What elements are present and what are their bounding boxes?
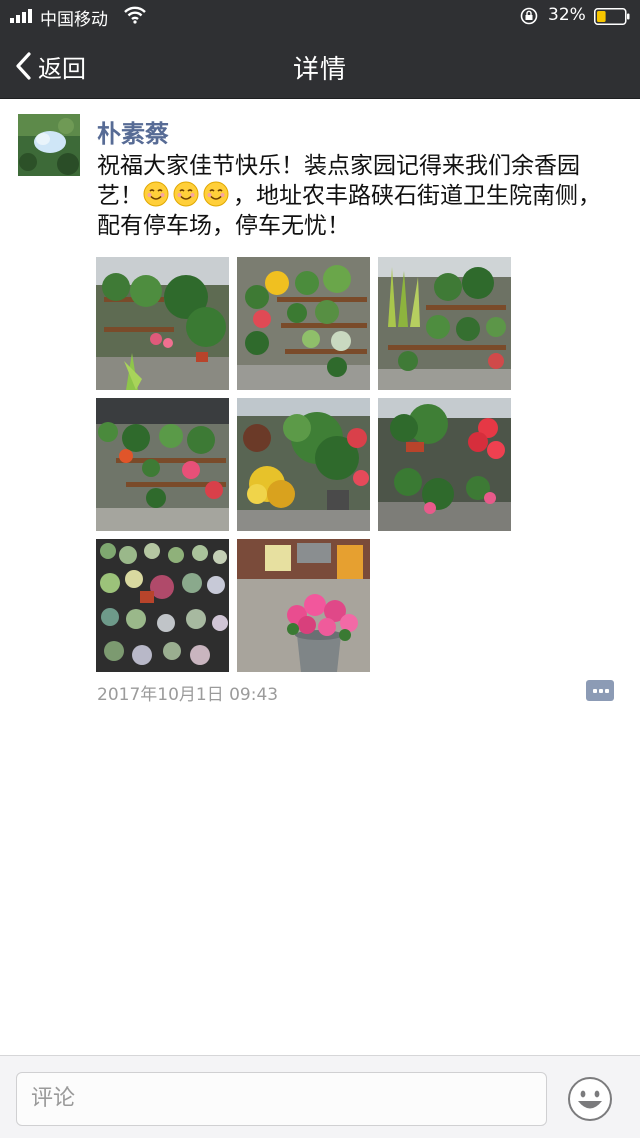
smiling-face-emoji-icon — [173, 181, 199, 207]
photo-plant-shelf-2[interactable] — [237, 257, 370, 390]
avatar[interactable] — [18, 114, 80, 176]
photo-plant-shelf-1[interactable] — [96, 257, 229, 390]
photo-coleus-plants[interactable] — [237, 398, 370, 531]
post-text: 祝福大家佳节快乐！装点家园记得来我们余香园艺！ ，地址农丰路硖石街道卫生院南侧，配… — [97, 151, 622, 241]
photo-grid — [96, 257, 511, 672]
carrier-name: 中国移动 — [40, 10, 108, 30]
signal-icon — [10, 9, 32, 23]
author-name[interactable]: 朴素蔡 — [97, 114, 169, 149]
comment-options-icon[interactable] — [586, 680, 614, 701]
smiling-face-emoji-icon — [203, 181, 229, 207]
avatar-image — [18, 114, 80, 176]
photo-pink-flower-pot[interactable] — [237, 539, 370, 672]
nav-bar: 返回 详情 — [0, 32, 640, 99]
comment-bar: 评论 — [0, 1055, 640, 1138]
comment-input[interactable]: 评论 — [16, 1072, 547, 1126]
post-timestamp: 2017年10月1日 09:43 — [97, 685, 279, 705]
emoji-button-icon[interactable] — [567, 1076, 613, 1122]
rotation-lock-icon — [520, 7, 538, 25]
smiling-face-emoji-icon — [143, 181, 169, 207]
photo-succulents[interactable] — [96, 539, 229, 672]
page-title: 详情 — [292, 55, 347, 85]
photo-plant-shelf-3[interactable] — [378, 257, 511, 390]
battery-icon — [594, 8, 630, 25]
status-bar: 中国移动 32% — [0, 0, 640, 32]
photo-red-flowers[interactable] — [378, 398, 511, 531]
photo-greenhouse-racks[interactable] — [96, 398, 229, 531]
wifi-icon — [124, 6, 146, 24]
battery-percent: 32% — [548, 5, 586, 25]
